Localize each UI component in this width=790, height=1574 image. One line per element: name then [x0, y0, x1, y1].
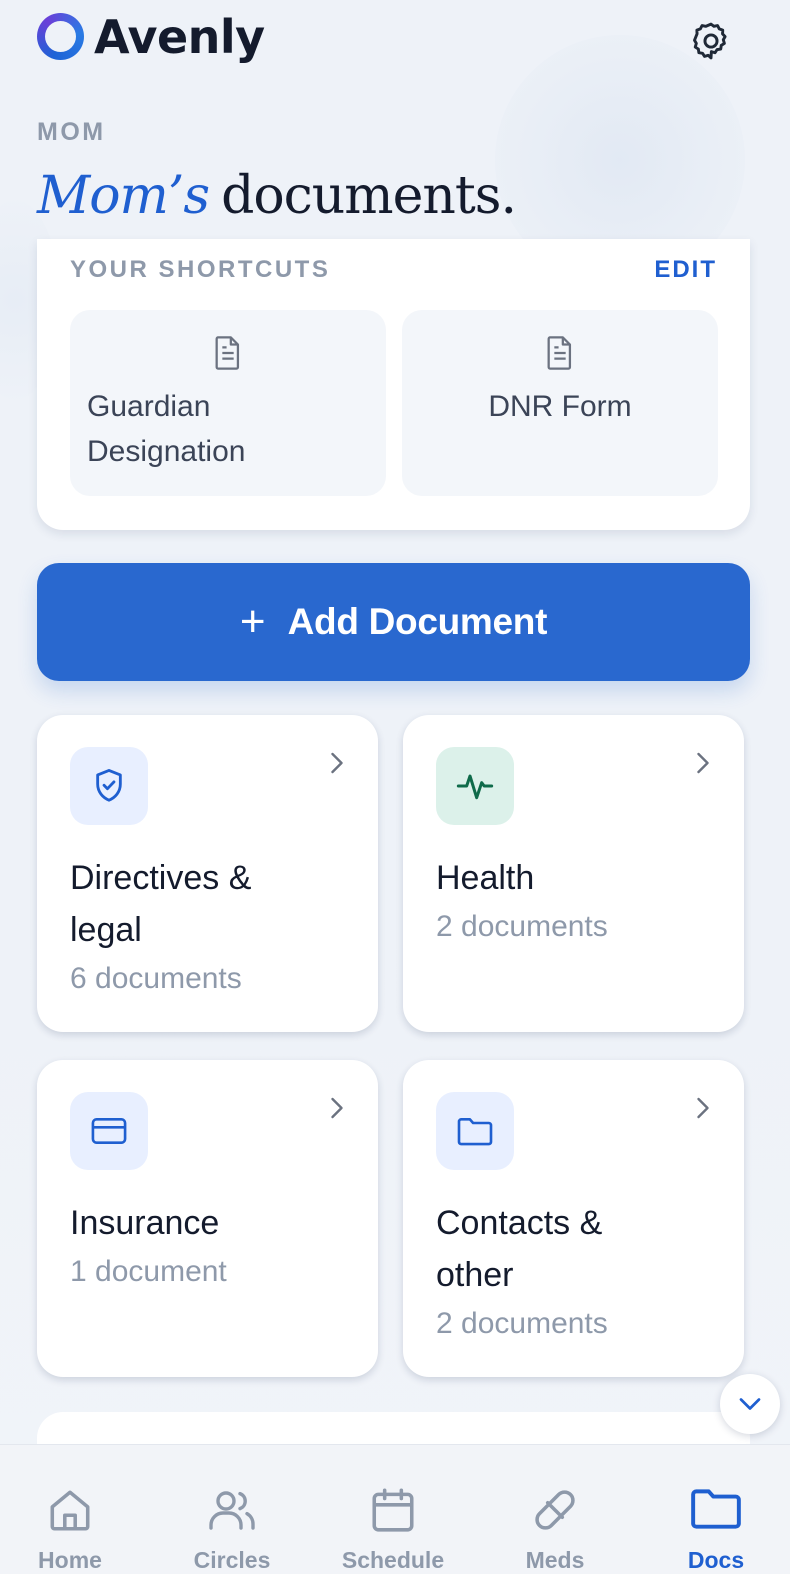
document-icon — [215, 336, 240, 370]
home-icon — [50, 1490, 90, 1531]
credit-card-icon — [91, 1117, 127, 1145]
page-title-rest: documents. — [221, 166, 517, 226]
tab-label: Schedule — [341, 1547, 445, 1573]
category-count: 1 document — [70, 1255, 227, 1288]
category-count: 6 documents — [70, 962, 242, 995]
chevron-down-icon — [739, 1398, 761, 1410]
bottom-tab-bar: Home Circles Schedule Meds Docs — [0, 1444, 790, 1574]
app-title: Avenly — [94, 10, 265, 64]
chevron-right-icon — [697, 1097, 709, 1119]
calendar-icon — [372, 1488, 414, 1532]
category-title: other — [436, 1256, 514, 1294]
category-icon-tile — [436, 1092, 514, 1170]
category-card-directives-legal[interactable]: Directives & legal 6 documents — [37, 715, 378, 1032]
profile-eyebrow: MOM — [37, 118, 106, 146]
tab-label: Circles — [193, 1547, 271, 1573]
folder-icon — [691, 1489, 741, 1529]
category-count: 2 documents — [436, 910, 608, 943]
category-icon-tile — [70, 747, 148, 825]
category-card-health[interactable]: Health 2 documents — [403, 715, 744, 1032]
category-card-contacts-other[interactable]: Contacts & other 2 documents — [403, 1060, 744, 1377]
category-count: 2 documents — [436, 1307, 608, 1340]
page-title-accent: Mom’s — [37, 166, 210, 226]
app-logo-icon — [37, 13, 84, 60]
people-icon — [209, 1491, 255, 1530]
shortcuts-label: YOUR SHORTCUTS — [70, 256, 331, 283]
tab-label: Docs — [687, 1547, 745, 1573]
tab-circles[interactable]: Circles — [172, 1445, 292, 1574]
shortcut-guardian-designation[interactable]: Guardian Designation — [70, 310, 386, 496]
add-document-label: Add Document — [287, 601, 548, 642]
gear-icon — [693, 22, 727, 60]
category-icon-tile — [436, 747, 514, 825]
category-title: legal — [70, 911, 142, 949]
category-title: Contacts & — [436, 1204, 603, 1242]
chevron-right-icon — [331, 1097, 343, 1119]
category-title: Directives & — [70, 859, 252, 897]
shield-check-icon — [96, 769, 122, 802]
category-icon-tile — [70, 1092, 148, 1170]
add-document-button[interactable]: + Add Document — [37, 563, 750, 681]
plus-icon: + — [239, 597, 266, 646]
tab-meds[interactable]: Meds — [495, 1445, 615, 1574]
tab-home[interactable]: Home — [10, 1445, 130, 1574]
pill-icon — [535, 1490, 575, 1530]
chevron-right-icon — [697, 752, 709, 774]
shortcut-label: DNR Form — [488, 390, 632, 423]
shortcut-label: Designation — [87, 435, 246, 468]
shortcut-label: Guardian — [87, 390, 211, 423]
category-title: Insurance — [70, 1204, 220, 1242]
chevron-right-icon — [331, 752, 343, 774]
scroll-down-button[interactable] — [720, 1374, 780, 1434]
folder-icon — [457, 1118, 493, 1146]
document-icon — [547, 336, 572, 370]
shortcut-dnr-form[interactable]: DNR Form — [402, 310, 718, 496]
tab-label: Meds — [525, 1547, 585, 1573]
page-title: Mom’s documents. — [37, 166, 517, 226]
shortcuts-card: YOUR SHORTCUTS EDIT Guardian Designation… — [37, 239, 750, 530]
tab-schedule[interactable]: Schedule — [333, 1445, 453, 1574]
settings-button[interactable] — [684, 14, 738, 68]
tab-docs[interactable]: Docs — [656, 1445, 776, 1574]
app-header: Avenly — [0, 0, 790, 90]
category-title: Health — [436, 859, 535, 897]
pulse-icon — [456, 774, 494, 800]
category-card-insurance[interactable]: Insurance 1 document — [37, 1060, 378, 1377]
tab-label: Home — [38, 1547, 102, 1573]
edit-shortcuts-link[interactable]: EDIT — [654, 256, 717, 284]
